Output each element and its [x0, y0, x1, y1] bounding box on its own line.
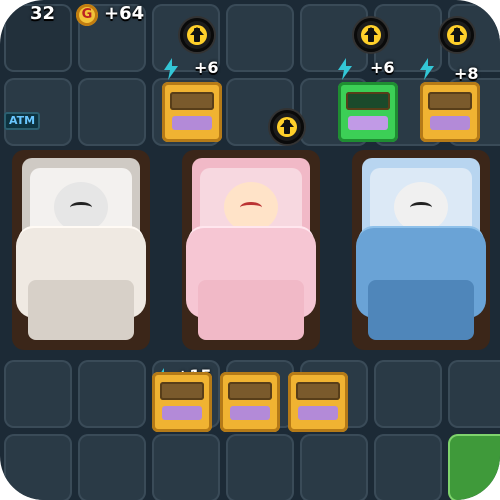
bed-footboard	[368, 280, 474, 340]
lightning-bolt-icon	[338, 58, 352, 80]
upgrade-arrow-icon[interactable]	[270, 110, 304, 144]
grid-tile[interactable]	[78, 434, 146, 500]
bed-right[interactable]	[346, 150, 496, 355]
coin-icon: G	[76, 4, 98, 26]
income-label: +6	[194, 58, 219, 77]
game-screen: 32 G +64 +6 +6 +8 +15 ATM	[0, 0, 500, 500]
upgrade-arrow-icon[interactable]	[180, 18, 214, 52]
coin-income: +64	[104, 3, 145, 24]
income-label: +6	[370, 58, 395, 77]
lightning-bolt-icon	[164, 58, 178, 80]
income-label: +8	[454, 64, 479, 83]
arcade-machine-icon[interactable]	[162, 82, 222, 142]
grid-tile[interactable]	[78, 78, 146, 146]
bed-footboard	[198, 280, 304, 340]
atm-icon[interactable]: ATM	[4, 112, 40, 130]
grid-tile[interactable]	[226, 4, 294, 72]
grid-tile[interactable]	[374, 360, 442, 428]
arcade-machine-icon[interactable]	[152, 372, 212, 432]
grid-tile[interactable]	[152, 434, 220, 500]
arcade-machine-icon[interactable]	[420, 82, 480, 142]
bed-left[interactable]	[6, 150, 156, 355]
grid-tile[interactable]	[300, 434, 368, 500]
face	[394, 182, 448, 232]
grid-tile[interactable]	[4, 434, 72, 500]
count-left: 32	[30, 3, 56, 24]
bed-footboard	[28, 280, 134, 340]
grid-tile[interactable]	[78, 360, 146, 428]
lightning-bolt-icon	[420, 58, 434, 80]
grid-tile[interactable]	[226, 434, 294, 500]
grid-tile[interactable]	[448, 360, 500, 428]
upgrade-arrow-icon[interactable]	[440, 18, 474, 52]
face	[54, 182, 108, 232]
grid-tile[interactable]	[4, 360, 72, 428]
upgrade-arrow-icon[interactable]	[354, 18, 388, 52]
arcade-machine-icon[interactable]	[338, 82, 398, 142]
bed-middle[interactable]	[176, 150, 326, 355]
face	[224, 182, 278, 232]
arcade-machine-icon[interactable]	[288, 372, 348, 432]
beds-row	[6, 150, 496, 365]
selected-grid-tile[interactable]	[448, 434, 500, 500]
arcade-machine-icon[interactable]	[220, 372, 280, 432]
coin-symbol: G	[81, 7, 93, 22]
grid-tile[interactable]	[374, 434, 442, 500]
